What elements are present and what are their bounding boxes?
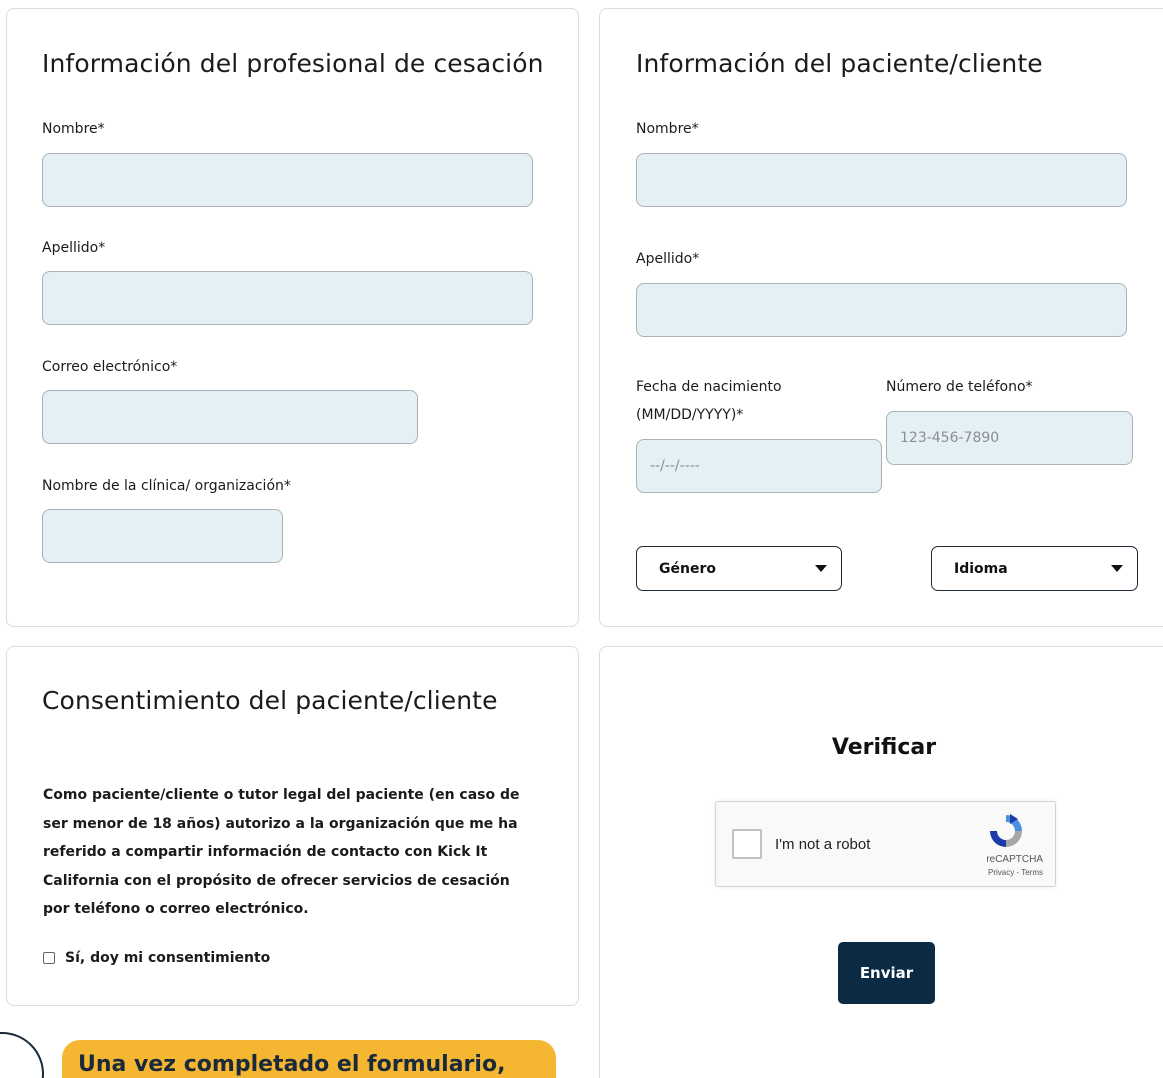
professional-org-label: Nombre de la clínica/ organización* xyxy=(42,478,291,494)
language-chevron-down-icon xyxy=(1111,565,1123,572)
language-select[interactable]: Idioma xyxy=(931,546,1138,591)
patient-last-name-input[interactable] xyxy=(636,283,1127,337)
patient-phone-input[interactable] xyxy=(886,411,1133,465)
professional-email-input[interactable] xyxy=(42,390,418,444)
consent-checkbox-label: Sí, doy mi consentimiento xyxy=(65,950,271,966)
callout-bubble: Una vez completado el formulario, xyxy=(62,1040,556,1078)
callout-text: Una vez completado el formulario, xyxy=(78,1052,506,1077)
consent-checkbox-row[interactable]: Sí, doy mi consentimiento xyxy=(43,950,270,966)
patient-info-card: Información del paciente/cliente Nombre*… xyxy=(599,8,1163,627)
recaptcha-checkbox[interactable] xyxy=(732,829,762,859)
professional-email-label: Correo electrónico* xyxy=(42,359,178,375)
professional-last-name-input[interactable] xyxy=(42,271,533,325)
patient-dob-input[interactable] xyxy=(636,439,882,493)
patient-last-name-label: Apellido* xyxy=(636,251,700,267)
recaptcha-brand: reCAPTCHA xyxy=(986,854,1043,865)
patient-first-name-input[interactable] xyxy=(636,153,1127,207)
chat-avatar-icon xyxy=(0,1032,44,1078)
recaptcha-terms-link[interactable]: Privacy - Terms xyxy=(988,868,1043,877)
gender-chevron-down-icon xyxy=(815,565,827,572)
patient-info-title: Información del paciente/cliente xyxy=(636,49,1043,78)
patient-dob-label-format: (MM/DD/YYYY)* xyxy=(636,407,744,423)
professional-last-name-label: Apellido* xyxy=(42,240,106,256)
consent-checkbox[interactable] xyxy=(43,952,55,964)
consent-card: Consentimiento del paciente/cliente Como… xyxy=(6,646,579,1006)
language-select-label: Idioma xyxy=(954,560,1008,577)
recaptcha-widget: I'm not a robot reCAPTCHA Privacy - Term… xyxy=(715,801,1056,887)
verify-card: Verificar I'm not a robot reCAPTCHA Priv… xyxy=(599,646,1163,1078)
patient-first-name-label: Nombre* xyxy=(636,121,699,137)
patient-dob-label: Fecha de nacimiento xyxy=(636,379,782,395)
professional-first-name-label: Nombre* xyxy=(42,121,105,137)
verify-title: Verificar xyxy=(831,735,937,760)
professional-first-name-input[interactable] xyxy=(42,153,533,207)
gender-select-label: Género xyxy=(659,560,716,577)
professional-info-title: Información del profesional de cesación xyxy=(42,49,544,78)
professional-info-card: Información del profesional de cesación … xyxy=(6,8,579,627)
gender-select[interactable]: Género xyxy=(636,546,842,591)
recaptcha-logo-icon xyxy=(990,814,1022,847)
submit-button[interactable]: Enviar xyxy=(838,942,935,1004)
patient-phone-label: Número de teléfono* xyxy=(886,379,1033,395)
professional-org-input[interactable] xyxy=(42,509,283,563)
consent-title: Consentimiento del paciente/cliente xyxy=(42,686,498,715)
consent-text: Como paciente/cliente o tutor legal del … xyxy=(43,787,520,917)
recaptcha-label: I'm not a robot xyxy=(775,836,871,853)
